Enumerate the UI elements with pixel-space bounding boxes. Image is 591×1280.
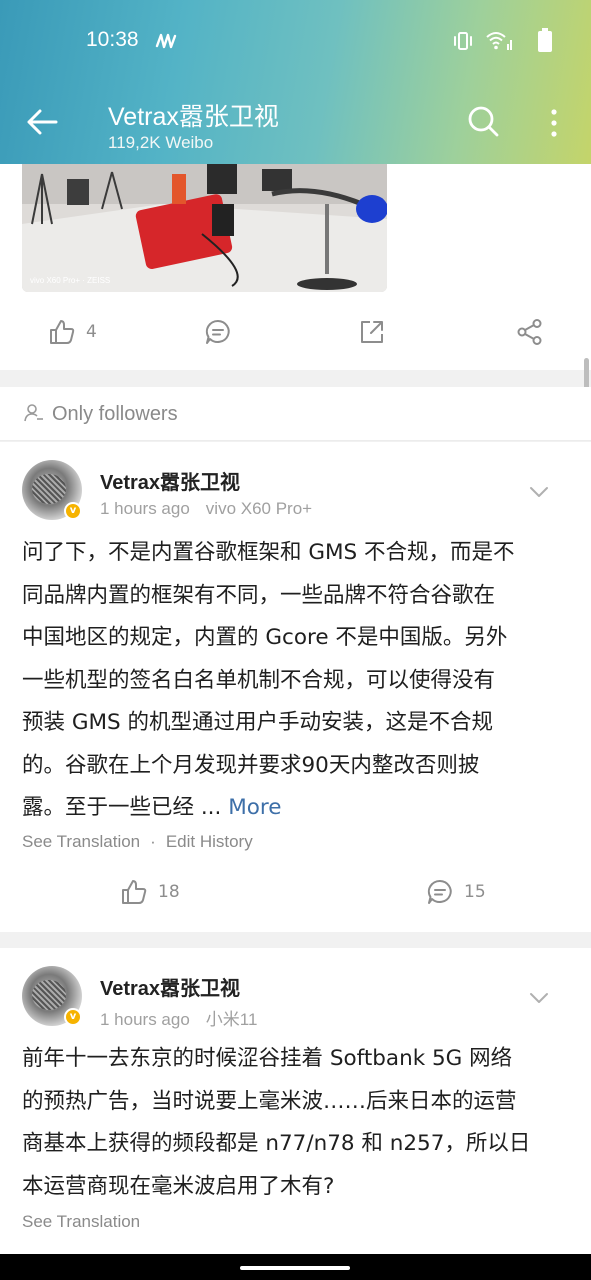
post-body-line: 商基本上获得的频段都是 n77/n78 和 n257，所以日 bbox=[22, 1131, 531, 1156]
thumb-up-icon bbox=[50, 320, 75, 344]
post-username[interactable]: Vetrax嚣张卫视 bbox=[100, 972, 240, 1001]
post-body-line: 中国地区的规定，内置的 Gcore 不是中国版。另外 bbox=[22, 625, 508, 650]
activity-icon bbox=[155, 33, 177, 49]
like-button[interactable]: 4 bbox=[48, 318, 97, 346]
post-body-line: 的。谷歌在上个月发现并要求90天内整改否则披 bbox=[22, 752, 480, 778]
post-body-line: 预装 GMS 的机型通过用户手动安装，这是不合规 bbox=[22, 710, 494, 735]
post-sub-links: See Translation bbox=[22, 1212, 140, 1232]
comment-count: 15 bbox=[464, 882, 486, 902]
post-username[interactable]: Vetrax嚣张卫视 bbox=[100, 466, 240, 495]
comment-icon bbox=[427, 879, 452, 904]
comment-button[interactable] bbox=[204, 318, 232, 346]
post-body-line: 本运营商现在毫米波启用了木有? bbox=[22, 1173, 335, 1199]
post-sub-links: See Translation · Edit History bbox=[22, 832, 253, 852]
post-body-line: 前年十一去东京的时候涩谷挂着 Softbank 5G 网络 bbox=[22, 1046, 513, 1071]
share-button[interactable] bbox=[516, 318, 544, 346]
comment-icon bbox=[205, 319, 230, 344]
avatar[interactable]: v bbox=[22, 966, 82, 1026]
thumb-up-icon bbox=[122, 880, 147, 904]
microphone-avatar-image bbox=[32, 474, 66, 504]
post-card: v Vetrax嚣张卫视 1 hours ago 小米11 前年十一去东京的时候涩… bbox=[0, 948, 591, 1254]
like-count: 4 bbox=[86, 322, 97, 342]
post-card: v Vetrax嚣张卫视 1 hours ago vivo X60 Pro+ 问了… bbox=[0, 442, 591, 932]
repost-button[interactable] bbox=[358, 318, 386, 346]
chevron-down-icon[interactable] bbox=[527, 986, 551, 1010]
share-icon bbox=[517, 319, 542, 345]
microphone-avatar-image bbox=[32, 980, 66, 1010]
post-body-line: 的预热广告，当时说要上毫米波……后来日本的运营 bbox=[22, 1088, 517, 1114]
studio-photo-image: vivo X60 Pro+ · ZEISS bbox=[22, 164, 387, 292]
status-bar: 10:38 bbox=[0, 0, 591, 84]
wifi-signal-icon bbox=[486, 32, 512, 50]
avatar[interactable]: v bbox=[22, 460, 82, 520]
post-body-line: 同品牌内置的框架有不同，一些品牌不符合谷歌在 bbox=[22, 582, 496, 608]
comment-button[interactable]: 15 bbox=[426, 878, 486, 906]
chevron-down-icon[interactable] bbox=[527, 480, 551, 504]
home-gesture-handle[interactable] bbox=[240, 1266, 350, 1270]
visibility-label: Only followers bbox=[52, 403, 178, 425]
verified-badge-icon: v bbox=[64, 502, 82, 520]
visibility-bar: Only followers bbox=[0, 387, 591, 441]
post-body-line: 露。至于一些已经 ... bbox=[22, 795, 229, 820]
like-button[interactable]: 18 bbox=[120, 878, 180, 906]
more-link[interactable]: More bbox=[228, 795, 281, 820]
post-time: 1 hours ago bbox=[100, 499, 190, 518]
separator-dot: · bbox=[150, 832, 156, 851]
status-time: 10:38 bbox=[86, 28, 139, 51]
post-photo[interactable]: vivo X60 Pro+ · ZEISS bbox=[22, 164, 387, 292]
post-meta: 1 hours ago 小米11 bbox=[100, 1005, 257, 1030]
post-actions: 4 bbox=[0, 304, 591, 360]
arrow-left-icon[interactable] bbox=[24, 104, 60, 140]
post-device: 小米11 bbox=[205, 1010, 258, 1029]
edit-history-link[interactable]: Edit History bbox=[166, 832, 253, 851]
more-vertical-icon[interactable] bbox=[543, 106, 565, 140]
search-icon[interactable] bbox=[466, 104, 500, 138]
post-body-line-last: 露。至于一些已经 ... More bbox=[22, 787, 572, 830]
battery-icon bbox=[538, 28, 552, 52]
weibo-count: 119,2K Weibo bbox=[108, 133, 214, 152]
post-body: 问了下，不是内置谷歌框架和 GMS 不合规，而是不 同品牌内置的框架有不同，一些… bbox=[22, 532, 572, 830]
app-header: 10:38 Vetrax嚣张卫视 119,2K Weibo bbox=[0, 0, 591, 164]
post-meta: 1 hours ago vivo X60 Pro+ bbox=[100, 499, 312, 519]
verified-badge-icon: v bbox=[64, 1008, 82, 1026]
vibrate-icon bbox=[454, 32, 472, 50]
page-title: Vetrax嚣张卫视 bbox=[108, 103, 279, 131]
see-translation-link[interactable]: See Translation bbox=[22, 832, 140, 851]
post-body: 前年十一去东京的时候涩谷挂着 Softbank 5G 网络 的预热广告，当时说要… bbox=[22, 1038, 572, 1208]
post-device: vivo X60 Pro+ bbox=[205, 499, 313, 518]
post-card-previous: vivo X60 Pro+ · ZEISS 4 bbox=[0, 164, 591, 370]
repost-icon bbox=[361, 321, 383, 343]
see-translation-link[interactable]: See Translation bbox=[22, 1212, 140, 1231]
person-icon bbox=[24, 404, 43, 422]
post-time: 1 hours ago bbox=[100, 1010, 190, 1029]
post-body-line: 问了下，不是内置谷歌框架和 GMS 不合规，而是不 bbox=[22, 540, 515, 565]
like-count: 18 bbox=[158, 882, 180, 902]
photo-watermark: vivo X60 Pro+ · ZEISS bbox=[30, 276, 110, 285]
post-body-line: 一些机型的签名白名单机制不合规，可以使得没有 bbox=[22, 667, 496, 693]
